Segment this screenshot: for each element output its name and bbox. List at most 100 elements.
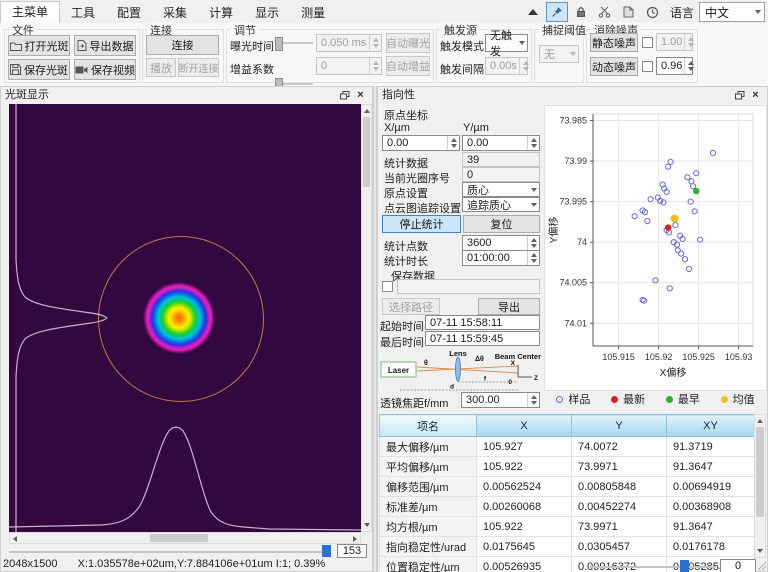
- metric-value-cell: 0.0176178: [667, 537, 755, 557]
- horizontal-profile-curve: [9, 427, 361, 530]
- export-button[interactable]: 导出: [478, 298, 540, 315]
- metric-value-cell: 0.00805848: [572, 477, 667, 497]
- stat-points-spinbox[interactable]: 3600: [462, 235, 540, 251]
- stat-duration-spinbox[interactable]: 01:00:00: [462, 250, 540, 266]
- image-vertical-scrollbar[interactable]: [361, 104, 372, 532]
- exposure-slider[interactable]: [275, 34, 313, 52]
- cloud-track-select[interactable]: 追踪质心: [462, 197, 540, 212]
- menu-tab[interactable]: 显示: [244, 3, 290, 23]
- gain-value: 0: [321, 60, 367, 72]
- save-video-button[interactable]: 保存视频: [74, 59, 136, 80]
- static-noise-button[interactable]: 静态噪声: [590, 33, 638, 52]
- menu-tab[interactable]: 主菜单: [0, 1, 60, 23]
- save-data-checkbox[interactable]: [382, 281, 393, 292]
- disconnect-button[interactable]: 断开连接: [178, 58, 219, 77]
- close-panel-icon[interactable]: ×: [748, 88, 763, 102]
- metric-name-cell: 平均偏移/µm: [380, 457, 477, 477]
- cursor-readout: X:1.035578e+02um,Y:7.884106e+01um I:1; 0…: [78, 558, 326, 570]
- trigger-interval-spinbox[interactable]: 0.00s: [485, 57, 528, 75]
- menu-bar: 主菜单工具配置采集计算显示测量 语言 中文: [0, 0, 768, 24]
- auto-gain-label: 自动增益: [386, 58, 430, 74]
- open-spot-button[interactable]: 打开光斑: [8, 35, 70, 56]
- menu-tab[interactable]: 计算: [198, 3, 244, 23]
- beam-image-canvas[interactable]: [9, 104, 361, 532]
- diagram-origin-label: 0: [508, 379, 512, 386]
- stats-table-header-row: 项名XYXY: [380, 415, 755, 437]
- table-header-cell[interactable]: 项名: [380, 415, 477, 437]
- aperture-index-label: 当前光圈序号: [384, 170, 450, 186]
- gain-spinbox[interactable]: 0: [316, 57, 382, 75]
- legend-item: 均值: [721, 391, 755, 407]
- svg-text:74.005: 74.005: [559, 278, 587, 288]
- reset-button[interactable]: 复位: [463, 215, 540, 233]
- dynamic-noise-spinbox[interactable]: 0.96: [656, 57, 693, 75]
- table-row[interactable]: 均方根/µm105.92273.997191.3647: [380, 517, 755, 537]
- pointing-panel-header: 指向性 ×: [378, 87, 767, 104]
- resize-grip-icon[interactable]: [756, 560, 766, 570]
- table-header-cell[interactable]: X: [477, 415, 572, 437]
- open-spot-label: 打开光斑: [25, 38, 69, 54]
- menu-tab[interactable]: 工具: [60, 3, 106, 23]
- metric-value-cell: 0.00526935: [477, 557, 572, 572]
- save-layout-icon[interactable]: [618, 2, 640, 22]
- close-panel-icon[interactable]: ×: [353, 88, 368, 102]
- static-noise-spinbox[interactable]: 1.00: [656, 33, 693, 51]
- trigger-mode-select[interactable]: 无触发: [485, 34, 528, 52]
- float-panel-icon[interactable]: [732, 88, 747, 102]
- gray-threshold-slider[interactable]: [9, 545, 331, 557]
- image-horizontal-scrollbar[interactable]: [9, 532, 361, 544]
- auto-gain-button[interactable]: 自动增益: [386, 56, 430, 76]
- pin-icon[interactable]: [546, 2, 568, 22]
- end-time-field[interactable]: 07-11 15:59:45: [425, 331, 540, 346]
- table-row[interactable]: 指向稳定性/urad0.01756450.03054570.0176178: [380, 537, 755, 557]
- save-path-field[interactable]: [397, 279, 540, 294]
- diagram-x-axis-label: X: [511, 360, 516, 367]
- origin-y-spinbox[interactable]: 0.00: [462, 135, 540, 151]
- start-time-field[interactable]: 07-11 15:58:11: [425, 315, 540, 330]
- static-noise-checkbox[interactable]: [642, 37, 653, 48]
- table-header-cell[interactable]: XY: [667, 415, 755, 437]
- diagram-lens-label: Lens: [449, 349, 467, 358]
- table-row[interactable]: 标准差/µm0.002600680.004522740.00368908: [380, 497, 755, 517]
- history-slider[interactable]: [590, 560, 716, 572]
- lock-icon[interactable]: [570, 2, 592, 22]
- export-data-label: 导出数据: [90, 38, 134, 54]
- x-unit-label: X/µm: [384, 122, 410, 134]
- legend-label: 最新: [623, 391, 645, 407]
- choose-path-label: 选择路径: [389, 299, 433, 315]
- menu-tab[interactable]: 测量: [290, 3, 336, 23]
- auto-exposure-button[interactable]: 自动曝光: [386, 33, 430, 53]
- choose-path-button[interactable]: 选择路径: [382, 298, 440, 315]
- origin-setting-select[interactable]: 质心: [462, 182, 540, 197]
- collapse-toolbar-icon[interactable]: [522, 2, 544, 22]
- menu-tab[interactable]: 配置: [106, 3, 152, 23]
- table-row[interactable]: 平均偏移/µm105.92273.997191.3647: [380, 457, 755, 477]
- stop-statistics-button[interactable]: 停止统计: [382, 215, 461, 233]
- play-button[interactable]: 播放: [146, 58, 176, 77]
- export-data-button[interactable]: 导出数据: [74, 35, 136, 56]
- menu-tab[interactable]: 采集: [152, 3, 198, 23]
- scissors-icon[interactable]: [594, 2, 616, 22]
- origin-x-spinbox[interactable]: 0.00: [382, 135, 460, 151]
- file-group: 文件 打开光斑 导出数据 保存光斑 保存视频: [4, 29, 140, 83]
- disconnect-label: 断开连接: [179, 60, 219, 75]
- legend-marker-icon: [666, 396, 673, 403]
- float-panel-icon[interactable]: [337, 88, 352, 102]
- connect-button[interactable]: 连接: [146, 35, 219, 55]
- svg-text:105.915: 105.915: [602, 352, 635, 362]
- focal-length-spinbox[interactable]: 300.00: [461, 392, 540, 408]
- table-row[interactable]: 最大偏移/µm105.92774.007291.3719: [380, 437, 755, 457]
- exposure-spinbox[interactable]: 0.050 ms: [316, 34, 382, 52]
- language-select[interactable]: 中文: [699, 2, 765, 22]
- capture-threshold-select[interactable]: 无: [539, 45, 579, 63]
- table-vertical-scrollbar[interactable]: [754, 414, 766, 558]
- table-row[interactable]: 偏移范围/µm0.005625240.008058480.00694919: [380, 477, 755, 497]
- clock-icon[interactable]: [642, 2, 664, 22]
- dynamic-noise-checkbox[interactable]: [642, 61, 653, 72]
- toolbar: 文件 打开光斑 导出数据 保存光斑 保存视频 连接 连接 播放 断开连接: [0, 23, 768, 87]
- optics-diagram: Laser Lens θ Δθ Beam Center X Z 0 f d: [380, 349, 542, 395]
- table-header-cell[interactable]: Y: [572, 415, 667, 437]
- dynamic-noise-button[interactable]: 动态噪声: [590, 57, 638, 76]
- save-spot-button[interactable]: 保存光斑: [8, 59, 70, 80]
- trigger-mode-label: 触发模式: [440, 38, 484, 54]
